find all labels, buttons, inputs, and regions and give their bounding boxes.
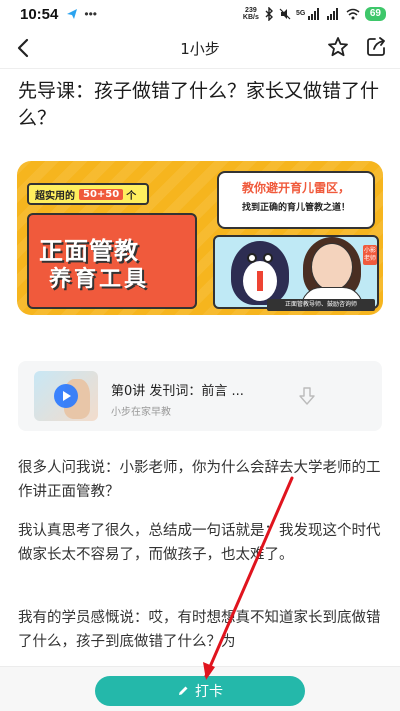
signal-icon bbox=[326, 8, 338, 20]
banner-caption: 正面管教导师、鼓励咨询师 bbox=[267, 299, 375, 311]
lesson-thumbnail bbox=[34, 371, 98, 421]
body-paragraph-2: 我认真思考了很久，总结成一句话就是：我发现这个时代做家长太不容易了，而做孩子，也… bbox=[18, 523, 381, 563]
banner-tag-prefix: 超实用的 bbox=[35, 190, 75, 202]
telegram-icon bbox=[67, 9, 78, 19]
svg-text:5G: 5G bbox=[296, 10, 306, 17]
pencil-icon bbox=[179, 686, 188, 695]
download-icon[interactable] bbox=[296, 385, 318, 407]
net-speed-value: 239 bbox=[245, 7, 257, 14]
net-speed: 239 KB/s bbox=[243, 7, 259, 21]
status-time: 10:54 bbox=[20, 5, 59, 23]
banner-speech-line1: 教你避开育儿雷区， bbox=[241, 181, 350, 195]
checkin-label: 打卡 bbox=[195, 684, 223, 700]
lesson-title: 第0讲 发刊词：前言 ... bbox=[111, 384, 244, 399]
play-icon[interactable] bbox=[54, 384, 78, 408]
mute-icon bbox=[279, 8, 291, 20]
status-bar: 10:54 ••• 239 KB/s 5G 69 bbox=[0, 0, 400, 28]
penguin-eye-left bbox=[247, 253, 257, 263]
banner-tag-highlight: 50+50 bbox=[79, 188, 124, 200]
banner-speech-bubble: 教你避开育儿雷区， 找到正确的育儿管教之道！ bbox=[217, 171, 375, 229]
banner-speech-line2: 找到正确的育儿管教之道！ bbox=[241, 203, 350, 213]
lesson-subtitle: 小步在家早教 bbox=[111, 407, 171, 418]
penguin-tie bbox=[257, 271, 263, 291]
body-paragraph-1: 很多人问我说：小影老师，你为什么会辞去大学老师的工作讲正面管教？ bbox=[18, 460, 381, 500]
banner-main-line2: 养育工具 bbox=[49, 267, 150, 292]
status-right: 239 KB/s 5G 69 bbox=[243, 7, 386, 21]
penguin-eye-right bbox=[263, 253, 273, 263]
share-icon[interactable] bbox=[364, 35, 388, 59]
article-title: 先导课：孩子做错了什么？家长又做错了什么？ bbox=[18, 80, 380, 129]
status-notification-icons: ••• bbox=[66, 7, 97, 21]
nav-bar: 1小步 bbox=[0, 28, 400, 68]
bluetooth-icon bbox=[265, 7, 273, 21]
net-speed-unit: KB/s bbox=[242, 14, 259, 21]
body-paragraph-3: 我有的学员感慨说：哎，有时想想真不知道家长到底做错了什么，孩子到底做错了什么？为 bbox=[18, 610, 381, 650]
checkin-button[interactable]: 打卡 bbox=[95, 676, 305, 706]
signal-5g-icon: 5G bbox=[296, 8, 319, 20]
banner-tag-suffix: 个 bbox=[126, 190, 137, 202]
star-favorite-icon[interactable] bbox=[326, 35, 350, 59]
back-arrow-icon[interactable] bbox=[12, 36, 36, 60]
banner-tag: 超实用的 50+50 个 bbox=[27, 183, 149, 205]
audio-lesson-card[interactable]: 第0讲 发刊词：前言 ... 小步在家早教 bbox=[18, 361, 382, 431]
more-notifications-icon: ••• bbox=[84, 7, 97, 21]
portrait-face bbox=[311, 243, 353, 291]
wifi-icon bbox=[346, 8, 360, 20]
course-banner[interactable]: 超实用的 50+50 个 正面管教 养育工具 教你避开育儿雷区， 找到正确的育儿… bbox=[17, 161, 383, 315]
banner-teacher-name: 小影老师 bbox=[363, 245, 377, 265]
nav-divider bbox=[0, 68, 400, 69]
nav-title: 1小步 bbox=[180, 39, 220, 58]
battery-indicator: 69 bbox=[364, 7, 386, 21]
